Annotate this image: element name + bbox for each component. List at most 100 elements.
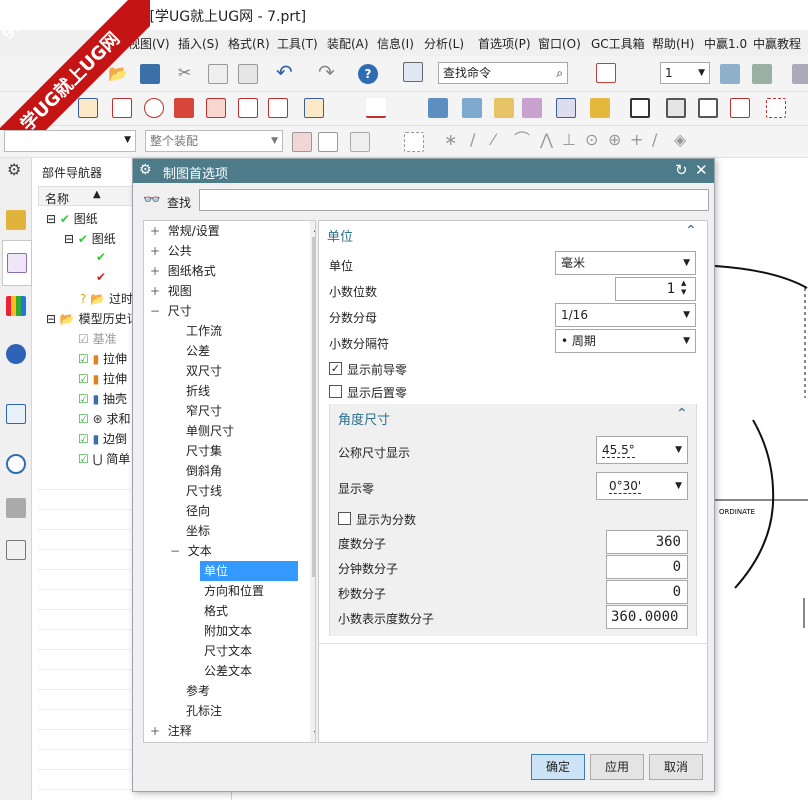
degrees-numerator-input[interactable]: 360: [606, 530, 688, 554]
reset-icon[interactable]: ↻: [675, 161, 688, 179]
layer-select[interactable]: 1 ▼: [660, 62, 710, 84]
tree-item-units-selected[interactable]: 单位: [200, 561, 298, 581]
tree-item-annotation[interactable]: + 注释: [150, 721, 192, 741]
nav-item-datum[interactable]: ☑ 基准: [78, 330, 117, 347]
tree-item-tolerance[interactable]: 公差: [186, 341, 210, 361]
quadrant-icon[interactable]: ⊕: [608, 130, 621, 150]
menu-zhongying-tutorial[interactable]: 中赢教程: [753, 35, 801, 52]
paste-icon[interactable]: [238, 64, 258, 84]
select-by-icon[interactable]: [350, 132, 370, 152]
intersection-icon[interactable]: ⋀: [540, 130, 553, 150]
angular-collapse-icon[interactable]: ⌃: [676, 406, 688, 422]
menu-info[interactable]: 信息(I): [377, 35, 414, 52]
select-icon[interactable]: [318, 132, 338, 152]
menu-zhongying[interactable]: 中赢1.0: [704, 35, 747, 52]
seconds-numerator-input[interactable]: 0: [606, 580, 688, 604]
tree-item-dimension-text[interactable]: 尺寸文本: [204, 641, 252, 661]
tree-item-tolerance-text[interactable]: 公差文本: [204, 661, 252, 681]
update-views-icon[interactable]: [304, 98, 324, 118]
endpoint-snap-icon[interactable]: /: [470, 130, 475, 150]
nav-item-unite[interactable]: ☑ ⊛ 求和: [78, 410, 131, 427]
centerline-icon[interactable]: [766, 98, 786, 118]
show-as-fraction-checkbox[interactable]: [338, 512, 351, 525]
undo-icon[interactable]: ↶: [276, 62, 293, 82]
tree-item-narrow[interactable]: 窄尺寸: [186, 401, 222, 421]
point-snap-icon[interactable]: ∗: [444, 130, 457, 150]
cut-icon[interactable]: ✂: [178, 63, 191, 83]
decimal-separator-select[interactable]: • 周期 ▼: [555, 329, 696, 353]
snap-point-icon[interactable]: [292, 132, 312, 152]
nav-item-extrude-1[interactable]: ☑ ▮ 拉伸: [78, 350, 127, 367]
nav-item-extrude-2[interactable]: ☑ ▮ 拉伸: [78, 370, 127, 387]
apply-button[interactable]: 应用: [590, 754, 644, 780]
minutes-numerator-input[interactable]: 0: [606, 555, 688, 579]
command-search-input[interactable]: 查找命令 ⌕: [438, 62, 568, 84]
scroll-thumb[interactable]: [312, 237, 315, 577]
web-browser-icon[interactable]: [6, 404, 26, 424]
fraction-denominator-select[interactable]: 1/16 ▼: [555, 303, 696, 327]
part-navigator-tab[interactable]: [2, 240, 32, 286]
nav-item-shell[interactable]: ☑ ▮ 抽壳: [78, 390, 127, 407]
border-icon[interactable]: [630, 98, 650, 118]
gear-icon[interactable]: ⚙: [7, 160, 21, 180]
menu-assembly[interactable]: 装配(A): [327, 35, 369, 52]
layer-visible-icon[interactable]: [752, 64, 772, 84]
nav-item-simple-hole[interactable]: ☑ ⋃ 简单: [78, 450, 130, 467]
select-rect-icon[interactable]: [404, 132, 424, 152]
note-icon[interactable]: [428, 98, 448, 118]
show-zero-select[interactable]: 0°30' ▼: [596, 472, 688, 500]
info-icon[interactable]: [403, 62, 423, 82]
menu-format[interactable]: 格式(R): [228, 35, 270, 52]
roles-icon[interactable]: [6, 540, 26, 560]
break-line-icon[interactable]: [730, 98, 750, 118]
circle-center-icon[interactable]: ⊙: [585, 130, 598, 150]
balloon-icon[interactable]: [556, 98, 576, 118]
hd3d-tools-icon[interactable]: [6, 344, 26, 364]
collapse-icon[interactable]: ⌃: [685, 223, 697, 239]
reuse-library-icon[interactable]: [6, 296, 26, 316]
midpoint-snap-icon[interactable]: ⁄: [492, 130, 495, 150]
on-face-icon[interactable]: ◈: [674, 130, 686, 150]
assembly-navigator-icon[interactable]: [6, 210, 26, 230]
tree-item-chamfer[interactable]: 倒斜角: [186, 461, 222, 481]
existing-point-icon[interactable]: +: [630, 130, 643, 150]
tree-item-ordinate[interactable]: 坐标: [186, 521, 210, 541]
help-icon[interactable]: ?: [358, 64, 378, 84]
move-layer-icon[interactable]: [792, 64, 808, 84]
half-section-icon[interactable]: [206, 98, 226, 118]
nominal-display-select[interactable]: 45.5° ▼: [596, 436, 688, 464]
tree-item-jog[interactable]: 折线: [186, 381, 210, 401]
tree-item-common[interactable]: + 公共: [150, 241, 192, 261]
menu-insert[interactable]: 插入(S): [178, 35, 219, 52]
tree-item-dual-dimension[interactable]: 双尺寸: [186, 361, 222, 381]
symbol-icon[interactable]: [462, 98, 482, 118]
nav-item-outdated[interactable]: ? 📂 过时: [80, 290, 133, 307]
parts-list-icon[interactable]: [522, 98, 542, 118]
on-curve-icon[interactable]: /: [652, 130, 657, 150]
fit-view-icon[interactable]: [596, 63, 616, 83]
type-filter-select[interactable]: ▼: [4, 130, 136, 152]
redo-icon[interactable]: ↷: [318, 62, 335, 82]
broken-view-icon[interactable]: [268, 98, 288, 118]
nav-item-edge-blend[interactable]: ☑ ▮ 边倒: [78, 430, 127, 447]
menu-help[interactable]: 帮助(H): [652, 35, 694, 52]
history-icon[interactable]: [6, 454, 26, 474]
scroll-up-icon[interactable]: ▲: [314, 224, 315, 233]
assembly-scope-select[interactable]: 整个装配 ▼: [145, 130, 283, 152]
tree-item-text[interactable]: − 文本: [170, 541, 212, 561]
arc-center-icon[interactable]: ⊥: [562, 130, 576, 150]
tree-item-dimension-set[interactable]: 尺寸集: [186, 441, 222, 461]
decimal-degrees-input[interactable]: 360.0000: [606, 605, 688, 629]
area-fill-icon[interactable]: [698, 98, 718, 118]
leading-zero-checkbox[interactable]: ✓: [329, 362, 342, 375]
tree-item-radial[interactable]: 径向: [186, 501, 210, 521]
scroll-down-icon[interactable]: ▼: [314, 729, 315, 738]
nav-item-drawing[interactable]: ⊟ ✔ 图纸: [46, 210, 98, 227]
tree-item-drawing-format[interactable]: + 图纸格式: [150, 261, 216, 281]
copy-icon[interactable]: [208, 64, 228, 84]
tree-scrollbar[interactable]: ▲ ▼: [310, 221, 315, 742]
tree-item-orientation[interactable]: 方向和位置: [204, 581, 264, 601]
revolved-section-icon[interactable]: [238, 98, 258, 118]
control-point-icon[interactable]: ⌒: [514, 130, 530, 150]
menu-gc-toolbox[interactable]: GC工具箱: [591, 35, 645, 52]
